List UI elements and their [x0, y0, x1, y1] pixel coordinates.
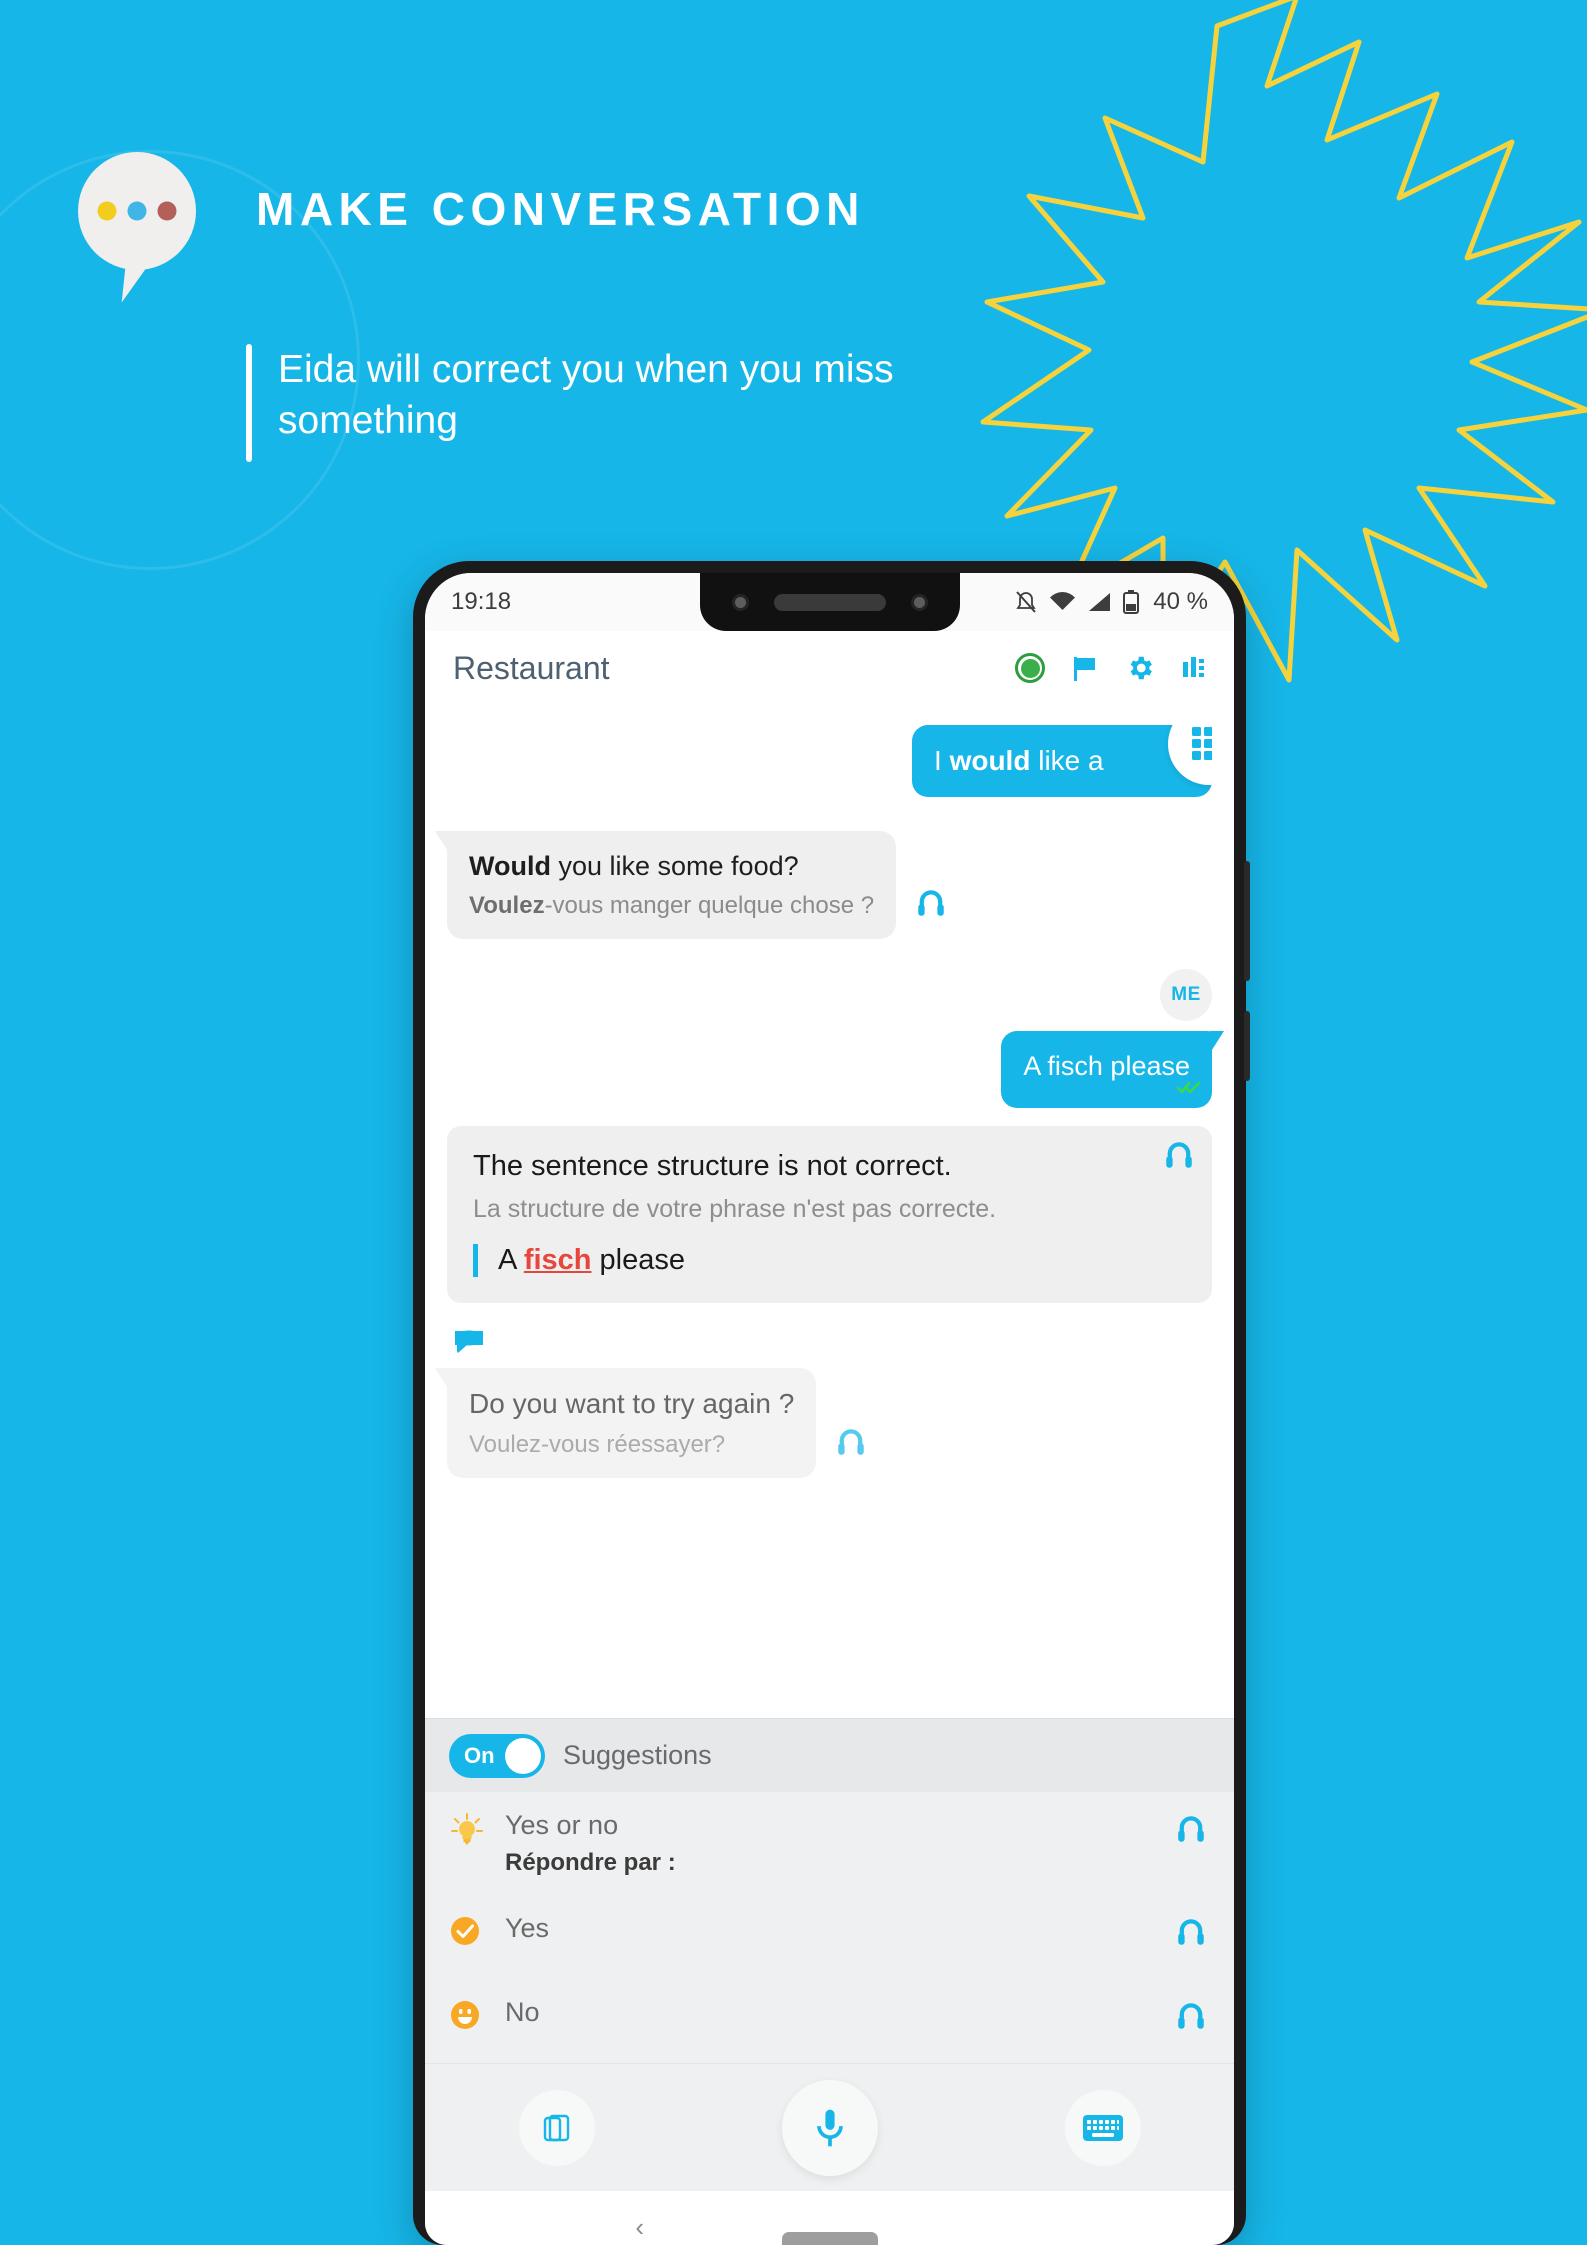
message-primary-strong: Would	[469, 850, 551, 881]
front-camera-icon	[731, 593, 749, 611]
phone-notch	[699, 573, 960, 631]
gear-icon[interactable]	[1125, 653, 1155, 683]
android-nav-bar: ‹	[425, 2191, 1234, 2245]
smiley-icon	[449, 1999, 487, 2036]
lightbulb-icon	[449, 1812, 487, 1853]
message-secondary-strong: Voulez	[469, 891, 545, 919]
suggestion-label: Yes	[505, 1913, 550, 1943]
quote-error-word: fisch	[523, 1244, 592, 1277]
headphones-icon[interactable]	[1162, 1138, 1196, 1177]
message-secondary-rest: -vous manger quelque chose ?	[544, 891, 875, 919]
status-time: 19:18	[451, 588, 512, 615]
grid-icon[interactable]	[1168, 725, 1212, 785]
cards-icon[interactable]	[518, 2089, 595, 2166]
phone-screen: 19:18 40 % Restaurant I would like a Wou…	[425, 573, 1234, 2245]
record-status-icon[interactable]	[1015, 653, 1045, 683]
avatar: ME	[1160, 968, 1212, 1021]
toggle-knob	[505, 1737, 541, 1774]
phone-mockup: 19:18 40 % Restaurant I would like a Wou…	[413, 561, 1250, 2245]
promo-headline-block: MAKE CONVERSATION	[78, 130, 865, 306]
suggestions-bar: On Suggestions	[425, 1718, 1234, 1792]
message-text-strong: would	[949, 745, 1031, 776]
message-bubble-incoming-1[interactable]: Would you like some food? Voulez-vous ma…	[434, 830, 944, 939]
page-title: MAKE CONVERSATION	[256, 183, 865, 235]
phone-side-button	[1244, 861, 1250, 981]
message-primary-rest: you like some food?	[550, 850, 799, 881]
conversation-title: Restaurant	[453, 649, 610, 686]
back-button[interactable]: ‹	[635, 2212, 644, 2243]
chat-row-outgoing-1: I would like a	[425, 725, 1234, 797]
message-bubble-outgoing-2[interactable]: A fisch please	[1001, 1030, 1224, 1109]
message-text-rest: like a	[1030, 745, 1104, 776]
chat-row-outgoing-2: A fisch please	[425, 1030, 1234, 1109]
chat-row-incoming-2: Do you want to try again ? Voulez-vous r…	[425, 1368, 1234, 1478]
message-bubble-incoming-2[interactable]: Do you want to try again ? Voulez-vous r…	[434, 1368, 865, 1478]
chat-thread: I would like a Would you like some food?…	[425, 705, 1234, 1718]
suggestions-toggle[interactable]: On	[449, 1733, 545, 1778]
chat-row-avatar: ME	[425, 968, 1234, 1021]
app-bar: Restaurant	[425, 631, 1234, 705]
message-primary-line: Would you like some food?	[469, 848, 874, 884]
check-circle-icon	[449, 1915, 487, 1952]
headphones-icon[interactable]	[1174, 1915, 1208, 1954]
bottom-action-bar	[425, 2063, 1234, 2191]
home-pill[interactable]	[781, 2232, 878, 2245]
keyboard-icon[interactable]	[1064, 2089, 1141, 2166]
headphones-icon[interactable]	[834, 1425, 868, 1468]
quote-prefix: A	[498, 1244, 524, 1277]
subtitle-accent-bar	[246, 344, 252, 462]
correction-card[interactable]: The sentence structure is not correct. L…	[447, 1126, 1212, 1304]
correction-subtitle: La structure de votre phrase n'est pas c…	[473, 1195, 997, 1224]
battery-icon	[1123, 590, 1140, 614]
message-bubble-outgoing-1[interactable]: I would like a	[912, 725, 1212, 797]
message-text: A fisch please	[1023, 1050, 1190, 1081]
logo-dot-2	[127, 201, 147, 221]
speech-bubble-icon	[455, 1330, 483, 1354]
suggestions-toggle-label: On	[464, 1742, 495, 1768]
chat-row-incoming-1: Would you like some food? Voulez-vous ma…	[425, 830, 1234, 939]
suggestions-label: Suggestions	[563, 1740, 712, 1770]
suggestion-label: Yes or no	[505, 1810, 619, 1840]
phone-side-button-2	[1244, 1011, 1250, 1081]
battery-percent: 40 %	[1153, 588, 1208, 615]
earpiece-speaker	[773, 593, 886, 611]
promo-subtitle-block: Eida will correct you when you miss some…	[246, 344, 1018, 462]
suggestion-label: No	[505, 1997, 540, 2027]
microphone-icon[interactable]	[781, 2079, 878, 2176]
stats-icon[interactable]	[1180, 654, 1208, 682]
message-text-prefix: I	[934, 745, 950, 776]
retry-secondary: Voulez-vous réessayer?	[469, 1430, 726, 1458]
speech-bubble-logo-icon	[78, 152, 196, 306]
logo-dot-1	[97, 201, 117, 221]
logo-dot-3	[157, 201, 177, 221]
list-item[interactable]: Yes	[425, 1895, 1234, 1979]
retry-primary: Do you want to try again ?	[469, 1388, 795, 1420]
headphones-icon[interactable]	[1174, 1812, 1208, 1851]
mute-icon	[1016, 591, 1037, 613]
read-receipt-icon	[1176, 1068, 1202, 1104]
list-item[interactable]: Yes or no Répondre par :	[425, 1792, 1234, 1895]
message-secondary-line: Voulez-vous manger quelque chose ?	[469, 890, 874, 922]
correction-title: The sentence structure is not correct.	[473, 1150, 952, 1183]
wifi-icon	[1050, 592, 1076, 610]
headphones-icon[interactable]	[914, 886, 948, 929]
quote-suffix: please	[591, 1244, 686, 1277]
suggestion-sublabel: Répondre par :	[505, 1849, 676, 1876]
front-camera-icon-2	[910, 593, 928, 611]
promo-subtitle: Eida will correct you when you miss some…	[278, 348, 894, 443]
signal-icon	[1089, 593, 1111, 611]
flag-icon[interactable]	[1070, 653, 1100, 683]
correction-quote: A fisch please	[473, 1244, 1186, 1278]
suggestions-list: Yes or no Répondre par : Yes No	[425, 1792, 1234, 2063]
headphones-icon[interactable]	[1174, 1999, 1208, 2038]
list-item[interactable]: No	[425, 1979, 1234, 2063]
